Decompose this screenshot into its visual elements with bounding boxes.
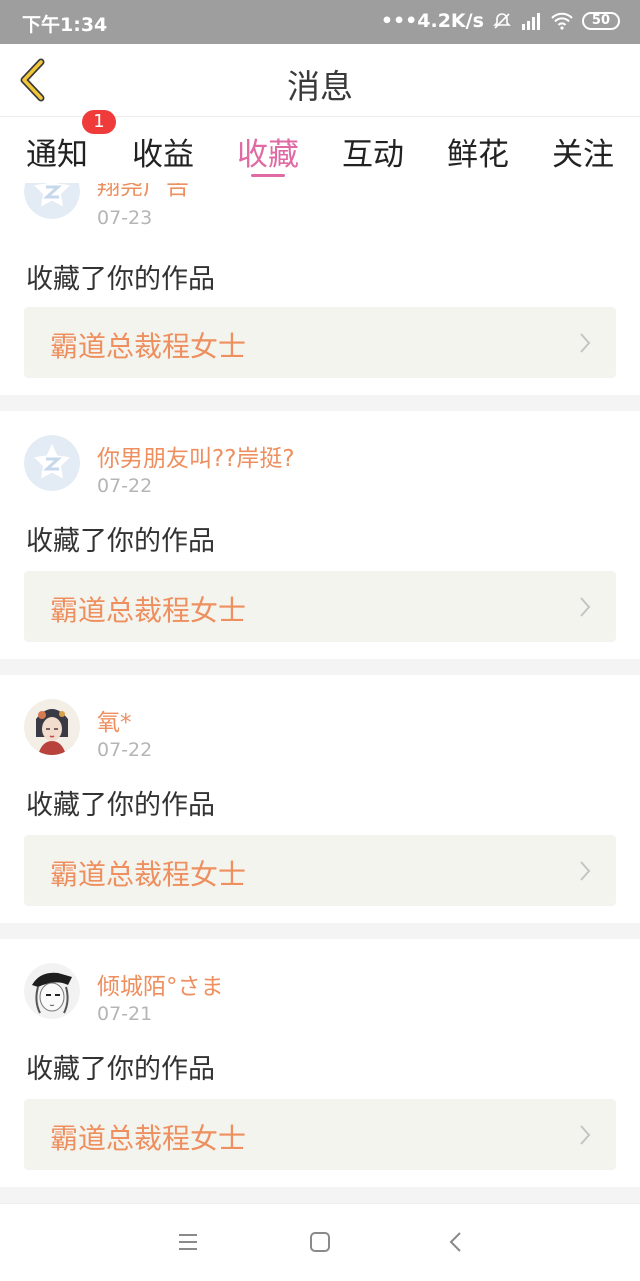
work-title: 霸道总裁程女士 [50,1122,247,1155]
page-title: 消息 [287,67,353,106]
portrait-avatar[interactable] [24,699,80,755]
username[interactable]: 翔尧广告 [97,183,189,201]
date: 07-21 [97,1003,153,1025]
work-link[interactable]: 霸道总裁程女士 [24,1099,616,1170]
date: 07-22 [97,739,153,761]
username[interactable]: 氧* [97,703,132,737]
action-text: 收藏了你的作品 [26,264,215,295]
tab-flowers[interactable]: 鲜花 [447,129,509,174]
active-tab-indicator [251,174,285,177]
status-time: 下午1:34 [22,14,108,36]
back-nav-icon[interactable] [444,1230,468,1254]
tab-notifications[interactable]: 通知 [26,129,88,174]
chevron-right-icon [580,597,591,617]
item-separator [0,395,640,411]
action-text: 收藏了你的作品 [26,790,215,821]
date: 07-22 [97,475,153,497]
username[interactable]: 倾城陌°さま [97,967,224,1001]
sketch-avatar[interactable] [24,963,80,1019]
chevron-right-icon [580,861,591,881]
status-bar: 下午1:34 •••4.2K/s 50 [0,0,640,44]
list-item: 翔尧广告 07-23 收藏了你的作品 霸道总裁程女士 [0,183,640,395]
status-right: •••4.2K/s 50 [381,10,620,32]
default-avatar-icon[interactable] [24,435,80,491]
work-link[interactable]: 霸道总裁程女士 [24,835,616,906]
work-title: 霸道总裁程女士 [50,858,247,891]
system-nav-bar [0,1203,640,1281]
list-item: 倾城陌°さま 07-21 收藏了你的作品 霸道总裁程女士 [0,939,640,1187]
date: 07-23 [97,207,153,229]
favorites-list: 翔尧广告 07-23 收藏了你的作品 霸道总裁程女士 你男朋友叫??岸挺? 07… [0,183,640,1203]
item-separator [0,659,640,675]
battery-indicator: 50 [581,12,620,30]
work-title: 霸道总裁程女士 [50,594,247,627]
action-text: 收藏了你的作品 [26,526,215,557]
action-text: 收藏了你的作品 [26,1054,215,1085]
app-header: 消息 [0,44,640,117]
list-item: 你男朋友叫??岸挺? 07-22 收藏了你的作品 霸道总裁程女士 [0,411,640,659]
tab-earnings[interactable]: 收益 [132,129,194,174]
tab-follows[interactable]: 关注 [552,129,614,174]
work-title: 霸道总裁程女士 [50,330,247,363]
tab-favorites[interactable]: 收藏 [237,129,299,174]
mute-bell-icon [492,13,511,29]
item-separator [0,1187,640,1203]
list-item: 氧* 07-22 收藏了你的作品 霸道总裁程女士 [0,675,640,923]
tab-interactions[interactable]: 互动 [342,129,404,174]
home-square-icon[interactable] [308,1230,332,1254]
signal-icon [521,13,540,30]
chevron-right-icon [580,1125,591,1145]
chevron-right-icon [580,333,591,353]
wifi-icon [551,12,573,30]
menu-icon[interactable] [176,1230,200,1254]
default-avatar-icon[interactable] [24,183,80,219]
work-link[interactable]: 霸道总裁程女士 [24,571,616,642]
work-link[interactable]: 霸道总裁程女士 [24,307,616,378]
network-speed: •••4.2K/s [380,10,484,32]
notification-badge: 1 [82,110,116,134]
item-separator [0,923,640,939]
username[interactable]: 你男朋友叫??岸挺? [97,439,295,473]
